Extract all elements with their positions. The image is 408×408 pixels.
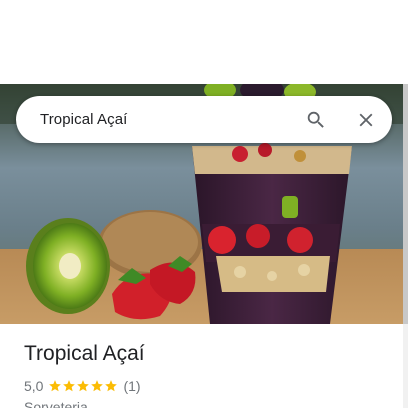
star-icon [49,380,62,392]
top-blank-area [0,0,408,84]
place-info: Tropical Açaí 5,0 (1) Sorveteria [24,340,394,408]
place-category[interactable]: Sorveteria [24,399,394,408]
search-icon [307,111,324,128]
star-icon [91,380,104,392]
rating-row[interactable]: 5,0 (1) [24,376,394,396]
place-title: Tropical Açaí [24,342,145,365]
search-button[interactable] [296,100,336,140]
scrollbar-thumb[interactable] [403,84,408,324]
maps-place-panel: Tropical Açaí Tropical Açaí 5,0 (1) Sorv… [0,0,408,408]
star-icon [63,380,76,392]
star-icon [77,380,90,392]
close-icon [359,113,373,126]
search-box[interactable]: Tropical Açaí [16,96,392,143]
search-input[interactable]: Tropical Açaí [40,111,296,128]
review-count-link[interactable]: (1) [123,378,140,394]
star-rating [48,379,118,393]
star-icon [105,380,118,392]
rating-value: 5,0 [24,378,44,394]
clear-search-button[interactable] [346,100,386,140]
